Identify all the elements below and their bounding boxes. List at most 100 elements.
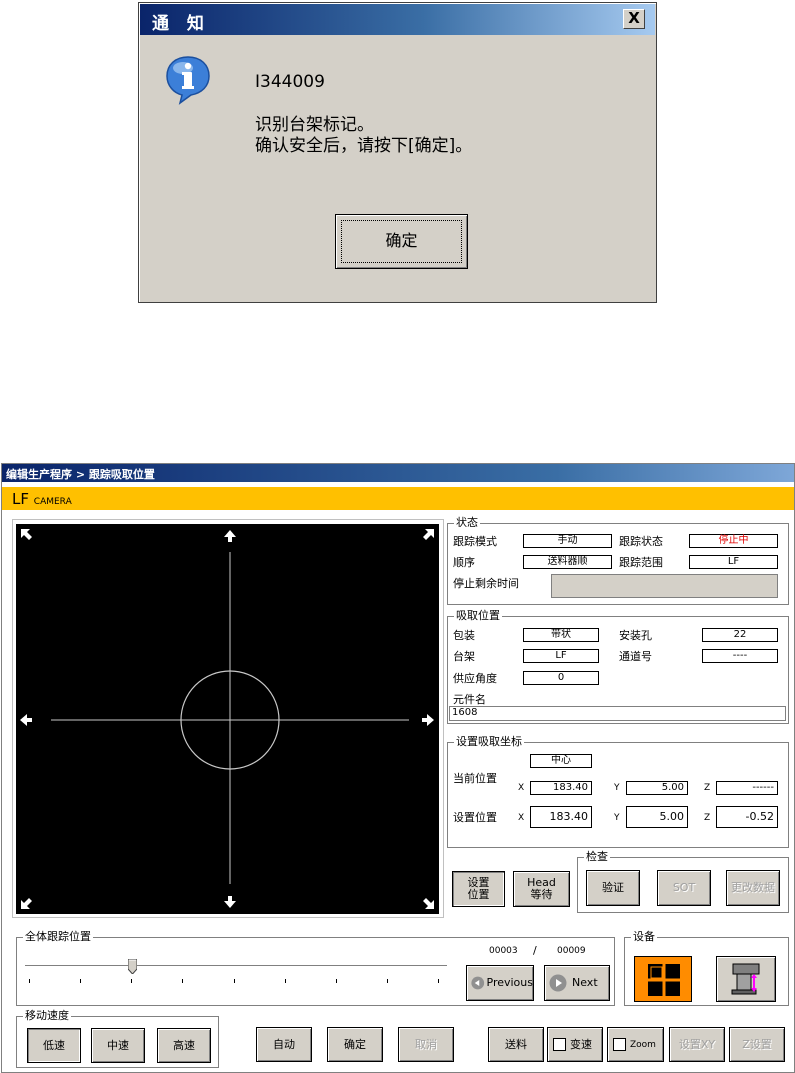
next-icon — [549, 974, 567, 992]
dialog-code: I344009 — [255, 72, 325, 92]
quad-view-icon — [648, 964, 680, 996]
lane-value: ---- — [702, 649, 778, 663]
set-z-field[interactable]: -0.52 — [716, 806, 778, 828]
package-label: 包装 — [453, 629, 475, 642]
track-state-value: 停止中 — [689, 534, 778, 548]
camera-label: LF — [12, 490, 29, 508]
tracking-total: 00009 — [557, 946, 586, 956]
part-name-value: 1608 — [449, 706, 786, 721]
next-button[interactable]: Next — [544, 965, 610, 1001]
order-label: 顺序 — [453, 556, 475, 569]
track-mode-label: 跟踪模式 — [453, 535, 497, 548]
coords-group-title: 设置吸取坐标 — [454, 735, 524, 749]
check-group: 检查 验证 SOT 更改数据 — [577, 850, 789, 913]
head-nozzle-icon — [731, 963, 760, 995]
arrow-downright-icon — [423, 898, 434, 909]
device-group: 设备 — [624, 930, 789, 1006]
track-state-label: 跟踪状态 — [619, 535, 663, 548]
zoom-checkbox[interactable] — [613, 1038, 626, 1051]
current-position-label: 当前位置 — [453, 772, 497, 785]
camera-device-button[interactable] — [634, 956, 692, 1002]
angle-label: 供应角度 — [453, 672, 497, 685]
arrow-right-icon — [422, 714, 434, 726]
next-label: Next — [572, 976, 598, 989]
set-xy-button[interactable]: 设置XY — [669, 1027, 725, 1062]
dialog-line2: 确认安全后，请按下[确定]。 — [255, 136, 473, 156]
zoom-toggle[interactable]: Zoom — [607, 1027, 664, 1062]
track-mode-value: 手动 — [523, 534, 612, 548]
remaining-time-label: 停止剩余时间 — [453, 577, 519, 590]
tracking-group-title: 全体跟踪位置 — [23, 930, 93, 944]
tracking-group: 全体跟踪位置 00003 / 00009 Previous Next — [16, 930, 615, 1006]
change-data-button[interactable]: 更改数据 — [726, 870, 780, 906]
current-z-value: ------ — [716, 781, 778, 795]
cancel-button[interactable]: 取消 — [398, 1027, 454, 1062]
verify-button[interactable]: 验证 — [586, 870, 640, 906]
dialog-title: 通 知 — [140, 4, 655, 35]
notice-dialog: 通 知 X I344009 识别台架标记。 确认安全后，请按下[确定]。 确定 — [138, 2, 657, 303]
set-x-label: X — [518, 813, 525, 823]
track-range-value: LF — [689, 555, 778, 569]
lane-label: 通道号 — [619, 650, 652, 663]
dialog-close-button[interactable]: X — [623, 9, 645, 29]
previous-label: Previous — [486, 976, 534, 989]
high-speed-button[interactable]: 高速 — [157, 1028, 211, 1063]
low-speed-button[interactable]: 低速 — [27, 1028, 81, 1063]
package-value: 带状 — [523, 628, 599, 642]
track-range-label: 跟踪范围 — [619, 556, 663, 569]
head-device-button[interactable] — [716, 956, 776, 1002]
tracking-current-index: 00003 — [489, 946, 518, 956]
previous-button[interactable]: Previous — [466, 965, 534, 1001]
coords-mode-value: 中心 — [530, 754, 592, 768]
hole-value: 22 — [702, 628, 778, 642]
tracking-window: 编辑生产程序 > 跟踪吸取位置 LF CAMERA 状态 跟踪模式 手动 跟踪状… — [1, 463, 795, 1073]
current-y-value: 5.00 — [626, 781, 688, 795]
part-name-label: 元件名 — [453, 693, 486, 706]
dialog-ok-button[interactable]: 确定 — [335, 214, 468, 269]
zoom-label: Zoom — [630, 1039, 656, 1050]
variable-speed-toggle[interactable]: 变速 — [547, 1027, 603, 1062]
arrow-downleft-icon — [21, 898, 32, 909]
arrow-down-icon — [224, 896, 236, 908]
head-wait-button[interactable]: Head 等待 — [513, 871, 570, 907]
speed-group-title: 移动速度 — [23, 1009, 71, 1023]
rack-label: 台架 — [453, 650, 475, 663]
previous-icon — [471, 976, 485, 990]
variable-speed-checkbox[interactable] — [553, 1038, 566, 1051]
arrow-up-icon — [224, 530, 236, 542]
set-z-button[interactable]: Z设置 — [729, 1027, 785, 1062]
feed-button[interactable]: 送料 — [488, 1027, 544, 1062]
confirm-button[interactable]: 确定 — [327, 1027, 383, 1062]
arrow-upleft-icon — [21, 529, 32, 540]
speed-group: 移动速度 低速 中速 高速 — [16, 1009, 219, 1068]
status-group-title: 状态 — [454, 516, 480, 530]
current-x-value: 183.40 — [530, 781, 592, 795]
coords-group: 设置吸取坐标 中心 当前位置 X 183.40 Y 5.00 Z ------ … — [447, 735, 789, 848]
variable-speed-label: 变速 — [570, 1037, 592, 1051]
rack-value: LF — [523, 649, 599, 663]
set-position-button[interactable]: 设置 位置 — [452, 871, 505, 907]
slider-thumb[interactable] — [127, 958, 138, 975]
auto-button[interactable]: 自动 — [256, 1027, 312, 1062]
device-group-title: 设备 — [631, 930, 657, 944]
current-y-label: Y — [614, 783, 620, 793]
tracking-separator: / — [533, 944, 537, 957]
camera-bar: LF CAMERA — [2, 487, 794, 510]
camera-suffix: CAMERA — [33, 497, 72, 507]
current-z-label: Z — [704, 783, 711, 793]
sot-button[interactable]: SOT — [657, 870, 711, 906]
breadcrumb: 编辑生产程序 > 跟踪吸取位置 — [2, 464, 794, 482]
pickup-group-title: 吸取位置 — [454, 609, 502, 623]
arrow-left-icon — [20, 714, 32, 726]
set-x-field[interactable]: 183.40 — [530, 806, 592, 828]
check-group-title: 检查 — [584, 850, 610, 864]
tracking-slider[interactable] — [25, 958, 447, 986]
current-x-label: X — [518, 783, 525, 793]
pickup-group: 吸取位置 包装 带状 安装孔 22 台架 LF 通道号 ---- 供应角度 0 … — [447, 609, 789, 724]
status-group: 状态 跟踪模式 手动 跟踪状态 停止中 顺序 送料器顺 跟踪范围 LF 停止剩余… — [447, 516, 789, 605]
mid-speed-button[interactable]: 中速 — [91, 1028, 145, 1063]
set-y-field[interactable]: 5.00 — [626, 806, 688, 828]
angle-value: 0 — [523, 671, 599, 685]
info-icon — [166, 56, 210, 105]
camera-view[interactable] — [16, 524, 439, 914]
